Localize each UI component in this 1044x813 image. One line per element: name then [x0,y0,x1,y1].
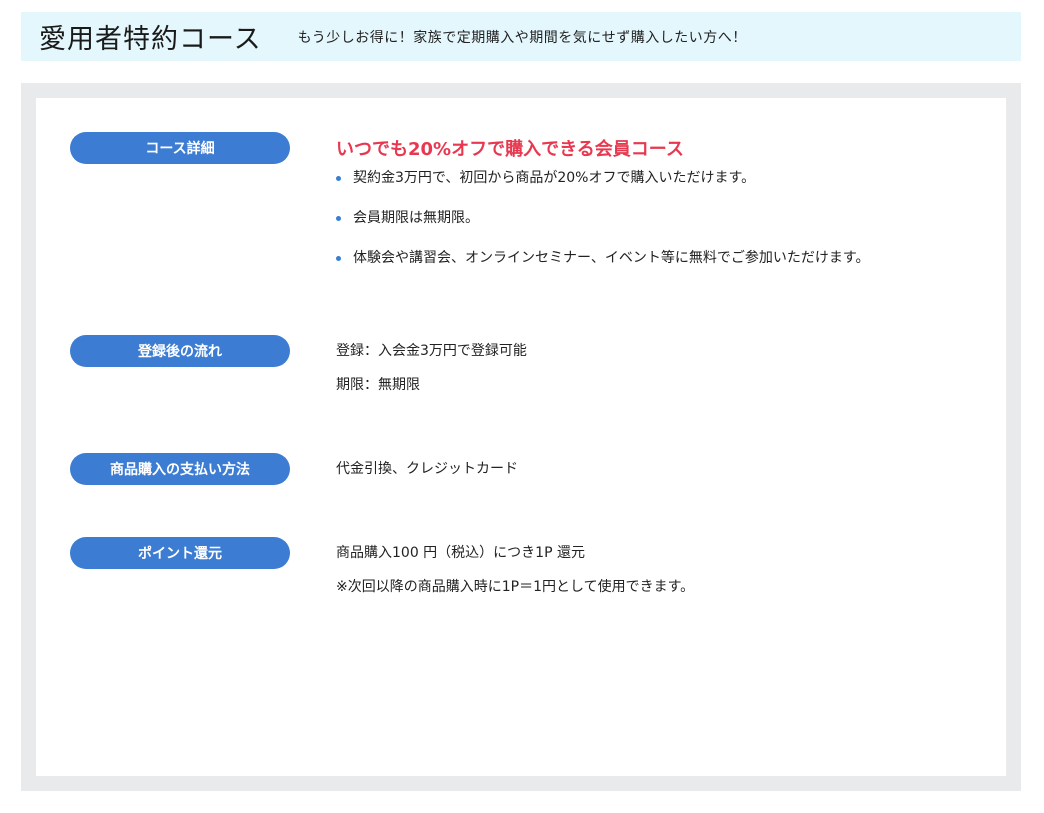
page-subtitle: もう少しお得に！家族で定期購入や期間を気にせず購入したい方へ！ [297,29,747,46]
course-highlight: いつでも20%オフで購入できる会員コース [336,139,684,160]
registration-flow-label: 登録後の流れ [70,335,290,367]
course-panel: コース詳細 いつでも20%オフで購入できる会員コース 契約金3万円で、初回から商… [21,83,1021,791]
payment-method-text: 代金引換、クレジットカード [336,461,518,477]
course-details-list: 契約金3万円で、初回から商品が20%オフで購入いただけます。 会員期限は無期限。… [336,167,976,287]
list-item: 会員期限は無期限。 [336,207,976,247]
payment-method-label: 商品購入の支払い方法 [70,453,290,485]
points-label: ポイント還元 [70,537,290,569]
course-details-body: いつでも20%オフで購入できる会員コース 契約金3万円で、初回から商品が20%オ… [336,135,976,287]
points-rate-text: 商品購入100 円（税込）につき1P 還元 [336,545,585,561]
payment-method-body: 代金引換、クレジットカード [336,458,976,492]
list-item: 体験会や講習会、オンラインセミナー、イベント等に無料でご参加いただけます。 [336,247,976,287]
registration-fee-text: 登録：入会金3万円で登録可能 [336,343,527,359]
list-item: 契約金3万円で、初回から商品が20%オフで購入いただけます。 [336,167,976,207]
registration-flow-body: 登録：入会金3万円で登録可能 期限：無期限 [336,340,976,408]
registration-term-text: 期限：無期限 [336,377,420,393]
points-usage-text: ※次回以降の商品購入時に1P＝1円として使用できます。 [336,579,695,595]
course-card: コース詳細 いつでも20%オフで購入できる会員コース 契約金3万円で、初回から商… [36,98,1006,776]
header-banner: 愛用者特約コース もう少しお得に！家族で定期購入や期間を気にせず購入したい方へ！ [21,12,1021,61]
course-details-label: コース詳細 [70,132,290,164]
page-title: 愛用者特約コース [39,24,262,55]
points-body: 商品購入100 円（税込）につき1P 還元 ※次回以降の商品購入時に1P＝1円と… [336,542,976,610]
